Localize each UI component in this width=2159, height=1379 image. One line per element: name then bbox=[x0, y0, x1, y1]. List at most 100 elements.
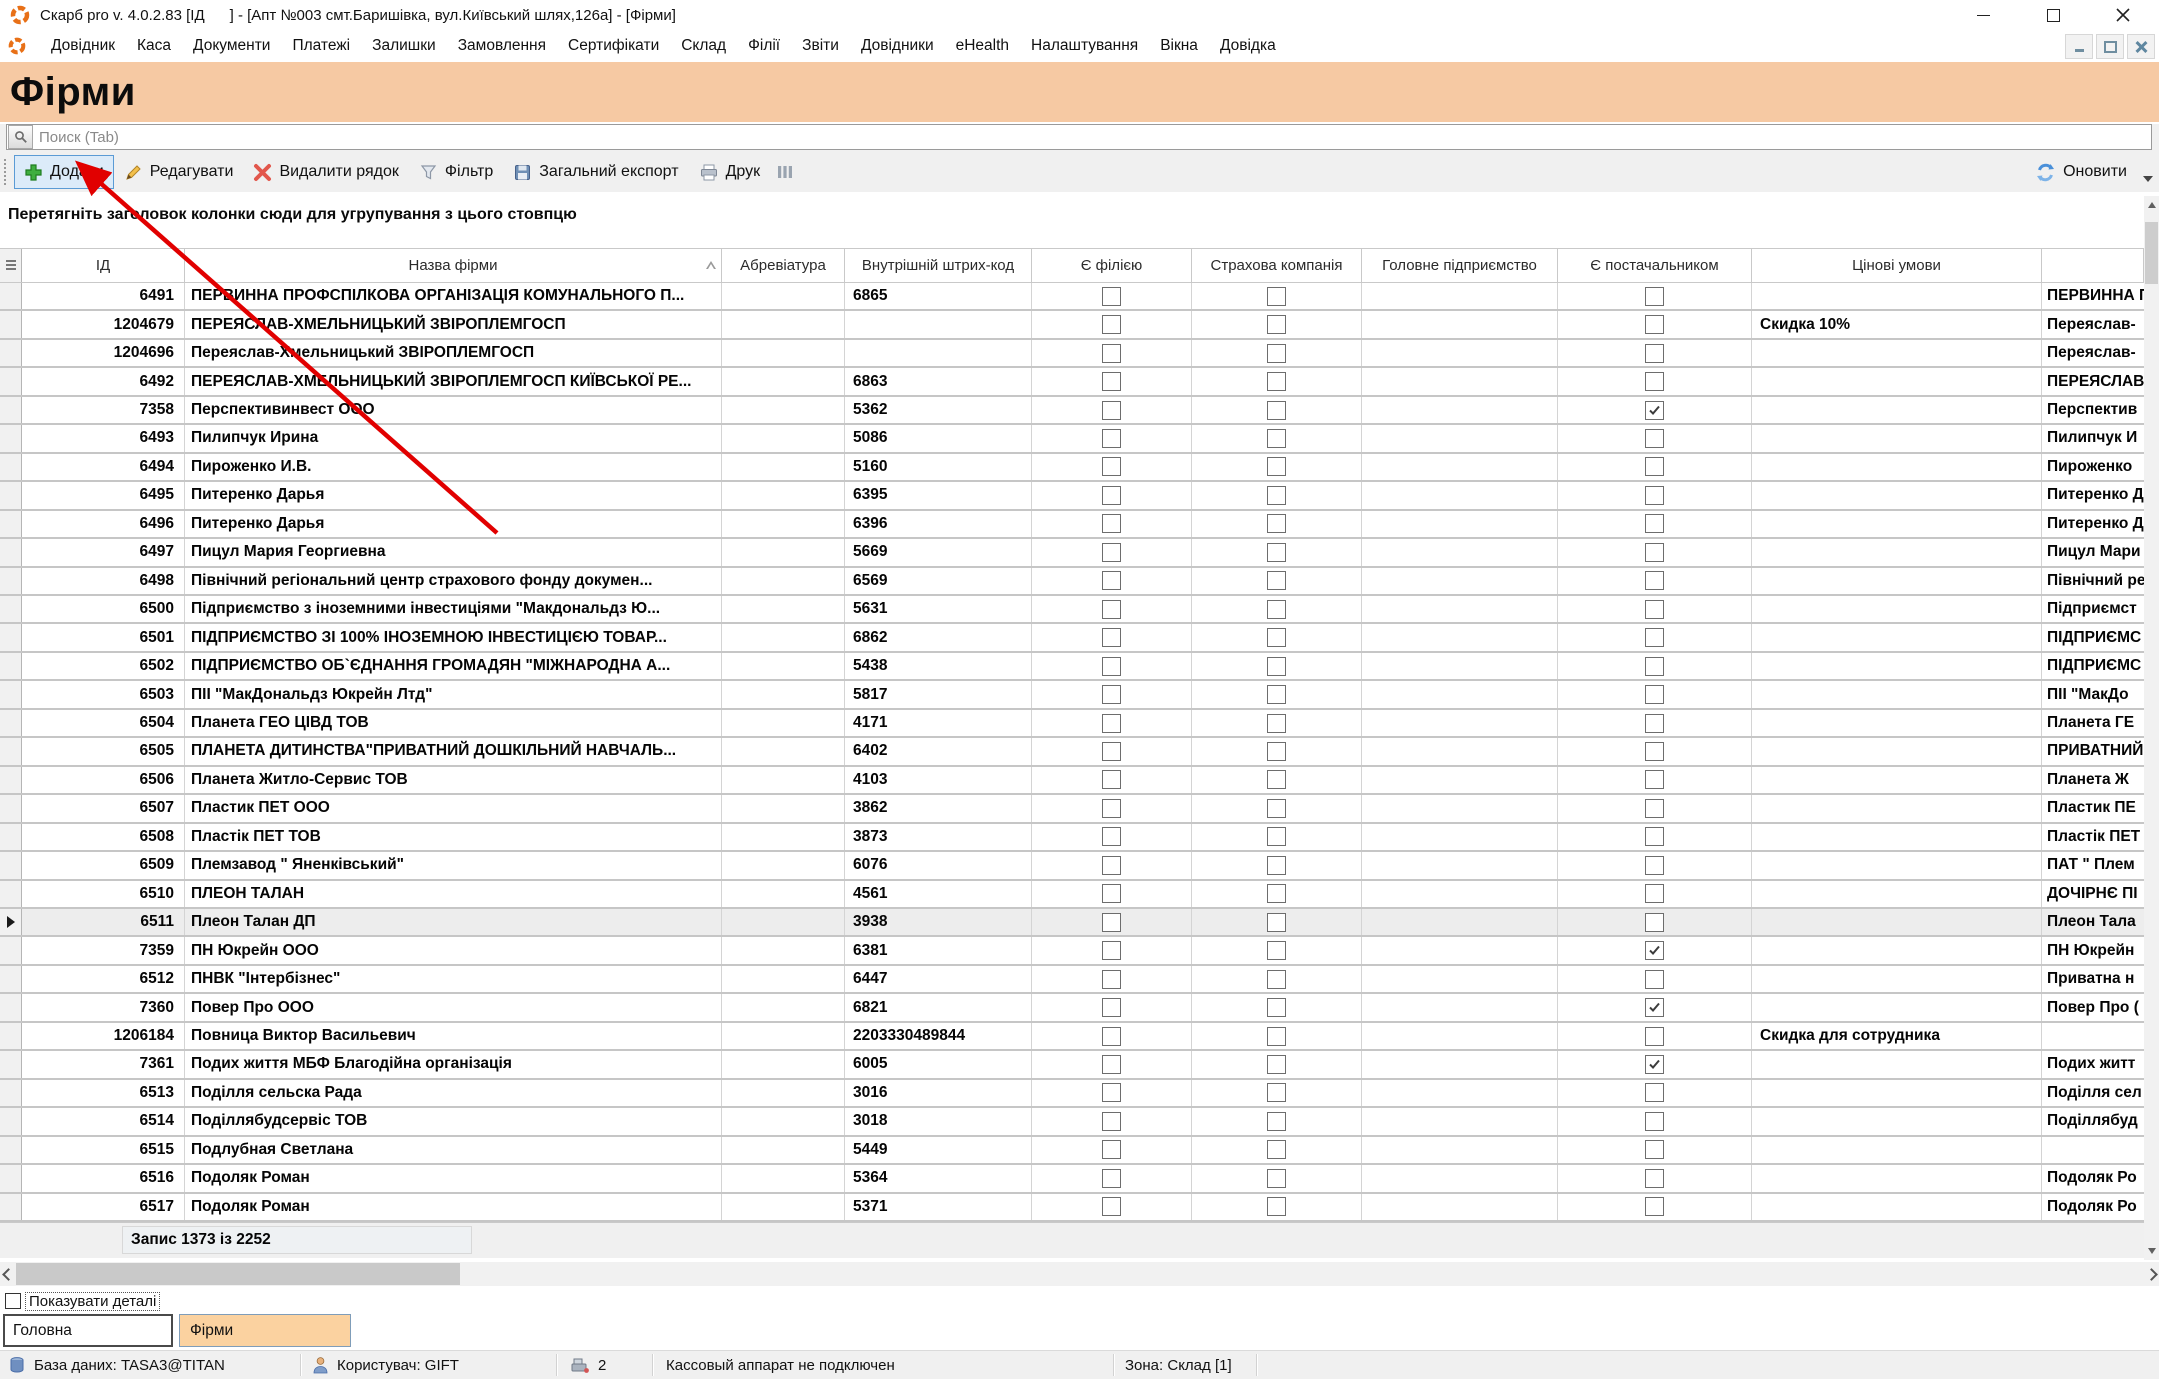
table-row[interactable]: 6506 Планета Житло-Сервис ТОВ 4103 Планета … bbox=[0, 766, 2144, 796]
row-selector-cell[interactable] bbox=[0, 1165, 22, 1192]
scroll-left-button[interactable] bbox=[0, 1262, 16, 1286]
scroll-up-button[interactable] bbox=[2144, 196, 2159, 214]
search-input[interactable] bbox=[33, 127, 2151, 147]
supplier-checkbox[interactable] bbox=[1645, 798, 1664, 818]
insurance-checkbox[interactable] bbox=[1267, 713, 1286, 733]
column-header-barcode[interactable]: Внутрішній штрих-код bbox=[845, 249, 1032, 282]
row-selector-cell[interactable] bbox=[0, 339, 22, 367]
supplier-checkbox[interactable] bbox=[1645, 628, 1664, 648]
row-selector-cell[interactable] bbox=[0, 937, 22, 964]
supplier-checkbox[interactable] bbox=[1645, 1197, 1664, 1217]
menu-item-звіти[interactable]: Звіти bbox=[791, 33, 850, 59]
insurance-checkbox[interactable] bbox=[1267, 1197, 1286, 1217]
table-row[interactable]: 6497 Пицул Мария Георгиевна 5669 Пицул Мари bbox=[0, 539, 2144, 568]
branch-checkbox[interactable] bbox=[1102, 571, 1121, 591]
supplier-checkbox[interactable] bbox=[1645, 1168, 1664, 1188]
branch-checkbox[interactable] bbox=[1102, 685, 1121, 705]
branch-checkbox[interactable] bbox=[1102, 941, 1121, 961]
insurance-checkbox[interactable] bbox=[1267, 571, 1286, 591]
vertical-scroll-thumb[interactable] bbox=[2145, 222, 2158, 284]
insurance-checkbox[interactable] bbox=[1267, 656, 1286, 676]
insurance-checkbox[interactable] bbox=[1267, 599, 1286, 619]
row-selector-cell[interactable] bbox=[0, 823, 22, 851]
row-selector-cell[interactable] bbox=[0, 738, 22, 765]
row-selector-cell[interactable] bbox=[0, 311, 22, 338]
supplier-checkbox[interactable] bbox=[1645, 941, 1664, 961]
edit-button[interactable]: Редагувати bbox=[114, 155, 244, 189]
supplier-checkbox[interactable] bbox=[1645, 457, 1664, 477]
insurance-checkbox[interactable] bbox=[1267, 1083, 1286, 1103]
branch-checkbox[interactable] bbox=[1102, 428, 1121, 448]
menu-item-каса[interactable]: Каса bbox=[126, 33, 182, 59]
table-row[interactable]: 6498 Північний регіональний центр страхов… bbox=[0, 567, 2144, 596]
table-row[interactable]: 6516 Подоляк Роман 5364 Подоляк Ро bbox=[0, 1165, 2144, 1194]
supplier-checkbox[interactable] bbox=[1645, 1026, 1664, 1046]
menu-item-склад[interactable]: Склад bbox=[670, 33, 737, 59]
row-selector-cell[interactable] bbox=[0, 652, 22, 680]
table-row[interactable]: 6502 ПІДПРИЄМСТВО ОБ`ЄДНАННЯ ГРОМАДЯН "МІ… bbox=[0, 652, 2144, 682]
horizontal-scroll-thumb[interactable] bbox=[16, 1263, 460, 1285]
row-selector-cell[interactable] bbox=[0, 795, 22, 822]
column-header-main[interactable]: Головне підприємство bbox=[1362, 249, 1558, 282]
column-header-name2[interactable] bbox=[2042, 249, 2144, 282]
close-button[interactable] bbox=[2100, 0, 2146, 30]
row-selector-cell[interactable] bbox=[0, 425, 22, 452]
scroll-down-button[interactable] bbox=[2144, 1242, 2159, 1260]
table-row[interactable]: 6513 Поділля сельска Рада 3016 Поділля сел bbox=[0, 1079, 2144, 1109]
table-row[interactable]: 1206184 Повница Виктор Васильевич 22033304… bbox=[0, 1022, 2144, 1052]
row-selector-cell[interactable] bbox=[0, 852, 22, 879]
branch-checkbox[interactable] bbox=[1102, 1140, 1121, 1160]
menu-item-замовлення[interactable]: Замовлення bbox=[447, 33, 557, 59]
column-header-name[interactable]: Назва фірми bbox=[185, 249, 722, 282]
tab-firms[interactable]: Фірми bbox=[179, 1314, 351, 1347]
row-selector-header[interactable] bbox=[0, 249, 22, 282]
supplier-checkbox[interactable] bbox=[1645, 656, 1664, 676]
menu-item-філії[interactable]: Філії bbox=[737, 33, 791, 59]
menu-item-документи[interactable]: Документи bbox=[182, 33, 281, 59]
print-button[interactable]: Друк bbox=[689, 155, 771, 189]
column-header-supplier[interactable]: Є постачальником bbox=[1558, 249, 1752, 282]
row-selector-cell[interactable] bbox=[0, 1051, 22, 1078]
branch-checkbox[interactable] bbox=[1102, 1026, 1121, 1046]
row-selector-cell[interactable] bbox=[0, 1022, 22, 1050]
row-selector-cell[interactable] bbox=[0, 1193, 22, 1220]
insurance-checkbox[interactable] bbox=[1267, 628, 1286, 648]
supplier-checkbox[interactable] bbox=[1645, 855, 1664, 875]
branch-checkbox[interactable] bbox=[1102, 884, 1121, 904]
supplier-checkbox[interactable] bbox=[1645, 912, 1664, 932]
insurance-checkbox[interactable] bbox=[1267, 428, 1286, 448]
delete-row-button[interactable]: Видалити рядок bbox=[243, 155, 408, 189]
supplier-checkbox[interactable] bbox=[1645, 315, 1664, 335]
row-selector-cell[interactable] bbox=[0, 880, 22, 907]
table-row[interactable]: 6511 Плеон Талан ДП 3938 Плеон Тала bbox=[0, 908, 2144, 938]
insurance-checkbox[interactable] bbox=[1267, 685, 1286, 705]
table-row[interactable]: 6501 ПІДПРИЄМСТВО ЗІ 100% ІНОЗЕМНОЮ ІНВЕС… bbox=[0, 624, 2144, 653]
table-row[interactable]: 6493 Пилипчук Ирина 5086 Пилипчук И bbox=[0, 425, 2144, 454]
supplier-checkbox[interactable] bbox=[1645, 1111, 1664, 1131]
branch-checkbox[interactable] bbox=[1102, 1111, 1121, 1131]
supplier-checkbox[interactable] bbox=[1645, 485, 1664, 505]
branch-checkbox[interactable] bbox=[1102, 1083, 1121, 1103]
row-selector-cell[interactable] bbox=[0, 595, 22, 623]
supplier-checkbox[interactable] bbox=[1645, 1083, 1664, 1103]
row-selector-cell[interactable] bbox=[0, 567, 22, 594]
insurance-checkbox[interactable] bbox=[1267, 998, 1286, 1018]
menu-item-довідники[interactable]: Довідники bbox=[850, 33, 945, 59]
insurance-checkbox[interactable] bbox=[1267, 770, 1286, 790]
insurance-checkbox[interactable] bbox=[1267, 941, 1286, 961]
table-row[interactable]: 6492 ПЕРЕЯСЛАВ-ХМЕЛЬНИЦЬКИЙ ЗВІРОПЛЕМГОСП… bbox=[0, 368, 2144, 397]
vertical-scrollbar[interactable] bbox=[2144, 196, 2159, 1260]
supplier-checkbox[interactable] bbox=[1645, 571, 1664, 591]
refresh-dropdown-icon[interactable] bbox=[2143, 176, 2153, 182]
insurance-checkbox[interactable] bbox=[1267, 542, 1286, 562]
menu-item-ehealth[interactable]: eHealth bbox=[945, 33, 1020, 59]
restore-button[interactable] bbox=[2030, 0, 2076, 30]
table-row[interactable]: 6514 Поділлябудсервіс ТОВ 3018 Поділлябуд bbox=[0, 1108, 2144, 1137]
supplier-checkbox[interactable] bbox=[1645, 827, 1664, 847]
branch-checkbox[interactable] bbox=[1102, 1197, 1121, 1217]
supplier-checkbox[interactable] bbox=[1645, 741, 1664, 761]
supplier-checkbox[interactable] bbox=[1645, 400, 1664, 420]
branch-checkbox[interactable] bbox=[1102, 286, 1121, 306]
table-row[interactable]: 6507 Пластик ПЕТ ООО 3862 Пластик ПЕ bbox=[0, 795, 2144, 824]
branch-checkbox[interactable] bbox=[1102, 741, 1121, 761]
